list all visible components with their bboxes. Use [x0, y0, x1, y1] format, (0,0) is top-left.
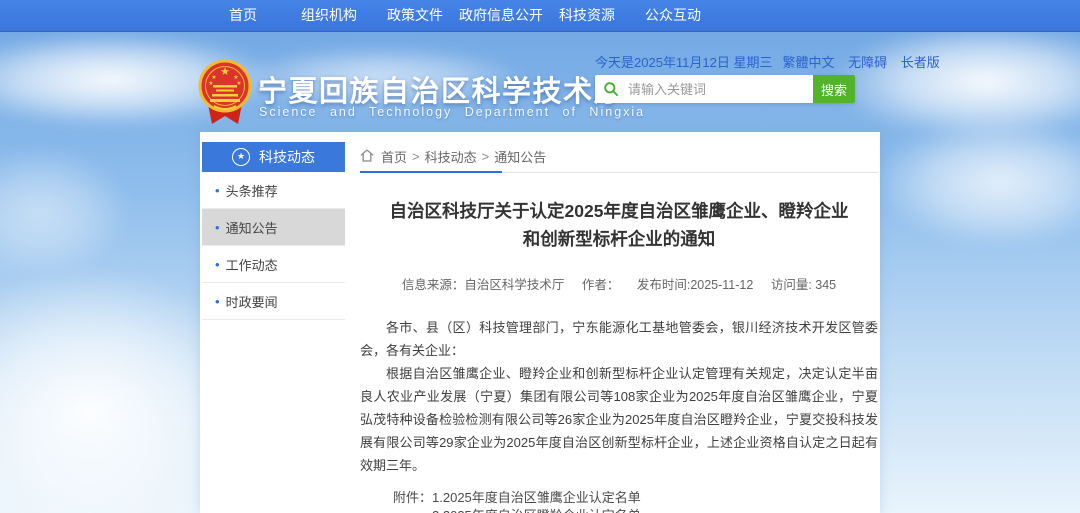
- sidebar-title: 科技动态: [259, 147, 315, 167]
- sidebar-item-label: 头条推荐: [226, 181, 278, 200]
- bullet-icon: •: [215, 257, 220, 272]
- sidebar-menu: • 头条推荐 • 通知公告 • 工作动态 • 时政要闻: [202, 172, 345, 320]
- site-subtitle: Science and Technology Department of Nin…: [259, 105, 645, 119]
- site-title: 宁夏回族自治区科学技术厅: [258, 68, 624, 110]
- breadcrumb-section[interactable]: 科技动态: [425, 147, 477, 166]
- link-traditional-chinese[interactable]: 繁體中文: [783, 55, 835, 70]
- search-box: [595, 75, 813, 103]
- content-card: ★ 科技动态 • 头条推荐 • 通知公告 • 工作动态 • 时政要闻: [200, 132, 880, 513]
- breadcrumb-separator: >: [412, 149, 420, 164]
- breadcrumb-separator: >: [482, 149, 490, 164]
- nav-item-organization[interactable]: 组织机构: [286, 0, 372, 31]
- site-header: ★ ★ ★ ★ ★ 宁夏回族自治区科学技术厅 Science and Techn…: [0, 32, 1080, 136]
- nav-item-home[interactable]: 首页: [200, 0, 286, 31]
- star-circle-icon: ★: [232, 148, 250, 166]
- top-navigation: 首页 组织机构 政策文件 政府信息公开 科技资源 公众互动: [0, 0, 1080, 32]
- sidebar-item-work-news[interactable]: • 工作动态: [202, 246, 345, 283]
- attachments-block: 附件： 1.2025年度自治区雏鹰企业认定名单 2.2025年度自治区瞪羚企业认…: [360, 489, 878, 513]
- article-area: 首页 > 科技动态 > 通知公告 自治区科技厅关于认定2025年度自治区雏鹰企业…: [360, 140, 878, 513]
- nav-item-public-interaction[interactable]: 公众互动: [630, 0, 716, 31]
- sidebar-item-label: 时政要闻: [226, 292, 278, 311]
- article-body: 各市、县（区）科技管理部门，宁东能源化工基地管委会，银川经济技术开发区管委会，各…: [360, 316, 878, 477]
- search-button[interactable]: 搜索: [813, 75, 855, 103]
- home-icon: [360, 149, 374, 162]
- cloud-decoration: [875, 117, 1080, 247]
- current-date-text: 今天是2025年11月12日 星期三: [595, 52, 773, 71]
- breadcrumb-active-underline: [360, 171, 502, 173]
- article-meta: 信息来源：自治区科学技术厅 作者： 发布时间:2025-11-12 访问量: 3…: [360, 274, 878, 293]
- meta-source: 信息来源：自治区科学技术厅: [402, 278, 565, 292]
- link-elder-version[interactable]: 长者版: [901, 55, 940, 70]
- breadcrumb-home[interactable]: 首页: [381, 147, 407, 166]
- article-title: 自治区科技厅关于认定2025年度自治区雏鹰企业、瞪羚企业 和创新型标杆企业的通知: [360, 197, 878, 253]
- svg-text:★: ★: [233, 74, 238, 81]
- sidebar-item-headlines[interactable]: • 头条推荐: [202, 172, 345, 209]
- search-bar: 搜索: [595, 75, 855, 103]
- search-icon: [603, 81, 619, 97]
- article-title-line2: 和创新型标杆企业的通知: [360, 225, 878, 253]
- sidebar-item-current-affairs[interactable]: • 时政要闻: [202, 283, 345, 320]
- cloud-decoration: [0, 147, 130, 277]
- bullet-icon: •: [215, 183, 220, 198]
- sidebar-item-label: 工作动态: [226, 255, 278, 274]
- article-title-line1: 自治区科技厅关于认定2025年度自治区雏鹰企业、瞪羚企业: [360, 197, 878, 225]
- meta-publish-date: 发布时间:2025-11-12: [637, 278, 754, 292]
- breadcrumb-current[interactable]: 通知公告: [494, 147, 546, 166]
- national-emblem-logo: ★ ★ ★ ★ ★: [198, 56, 252, 128]
- article-paragraph: 各市、县（区）科技管理部门，宁东能源化工基地管委会，银川经济技术开发区管委会，各…: [360, 316, 878, 362]
- meta-view-count: 访问量: 345: [771, 278, 836, 292]
- search-input[interactable]: [626, 81, 806, 98]
- sidebar: ★ 科技动态 • 头条推荐 • 通知公告 • 工作动态 • 时政要闻: [202, 142, 345, 320]
- sidebar-item-notices[interactable]: • 通知公告: [202, 209, 345, 246]
- nav-item-policy-documents[interactable]: 政策文件: [372, 0, 458, 31]
- sidebar-header: ★ 科技动态: [202, 142, 345, 172]
- sidebar-item-label: 通知公告: [226, 218, 278, 237]
- nav-item-tech-resources[interactable]: 科技资源: [544, 0, 630, 31]
- attachments-list: 1.2025年度自治区雏鹰企业认定名单 2.2025年度自治区瞪羚企业认定名单 …: [432, 489, 680, 513]
- quick-links: 繁體中文 无障碍 长者版: [773, 52, 940, 71]
- meta-author: 作者：: [582, 278, 620, 292]
- bullet-icon: •: [215, 294, 220, 309]
- breadcrumb: 首页 > 科技动态 > 通知公告: [360, 140, 878, 173]
- svg-text:★: ★: [236, 80, 241, 87]
- attachment-link-2[interactable]: 2.2025年度自治区瞪羚企业认定名单: [432, 507, 680, 513]
- page: 首页 组织机构 政策文件 政府信息公开 科技资源 公众互动 ★ ★ ★ ★ ★ …: [0, 0, 1080, 513]
- attachment-link-1[interactable]: 1.2025年度自治区雏鹰企业认定名单: [432, 489, 680, 507]
- article-paragraph: 根据自治区雏鹰企业、瞪羚企业和创新型标杆企业认定管理有关规定，决定认定半亩良人农…: [360, 362, 878, 477]
- attachments-label: 附件：: [393, 489, 432, 513]
- svg-text:★: ★: [208, 80, 213, 87]
- svg-text:★: ★: [220, 66, 230, 78]
- nav-item-government-info[interactable]: 政府信息公开: [458, 0, 544, 31]
- bullet-icon: •: [215, 220, 220, 235]
- link-accessibility[interactable]: 无障碍: [848, 55, 887, 70]
- svg-text:★: ★: [211, 74, 216, 81]
- header-utility-row: 今天是2025年11月12日 星期三 繁體中文 无障碍 长者版: [595, 52, 872, 71]
